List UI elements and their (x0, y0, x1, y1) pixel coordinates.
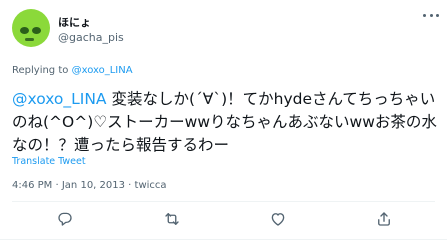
more-options-icon[interactable] (423, 10, 439, 20)
divider (12, 201, 435, 202)
display-name[interactable]: ほにょ (58, 14, 91, 30)
avatar-left-eye (20, 27, 29, 34)
tweet-date[interactable]: Jan 10, 2013 (62, 180, 125, 191)
like-icon[interactable] (268, 210, 288, 228)
tweet-source: twicca (134, 180, 167, 191)
replying-to-mention[interactable]: @xoxo_LINA (72, 65, 133, 76)
retweet-icon[interactable] (162, 210, 182, 228)
tweet-text: @xoxo_LINA 変装なしか(´∀`)！てかhydeさんてちっちゃいのね(^… (12, 88, 440, 157)
avatar[interactable] (12, 9, 50, 47)
translate-tweet-link[interactable]: Translate Tweet (12, 156, 86, 167)
tweet-metadata: 4:46 PM · Jan 10, 2013 · twicca (12, 180, 167, 191)
meta-separator: · (128, 180, 132, 191)
user-handle[interactable]: @gacha_pis (58, 31, 124, 44)
reply-icon[interactable] (55, 210, 75, 228)
replying-to-prefix: Replying to (12, 65, 69, 76)
tweet-mention[interactable]: @xoxo_LINA (12, 90, 107, 108)
avatar-right-eye (32, 27, 41, 34)
avatar-mouth (25, 38, 34, 41)
tweet-time[interactable]: 4:46 PM (12, 180, 52, 191)
tweet: ほにょ @gacha_pis Replying to @xoxo_LINA @x… (0, 0, 447, 240)
share-icon[interactable] (374, 210, 394, 228)
replying-to: Replying to @xoxo_LINA (12, 65, 133, 76)
meta-separator: · (55, 180, 59, 191)
